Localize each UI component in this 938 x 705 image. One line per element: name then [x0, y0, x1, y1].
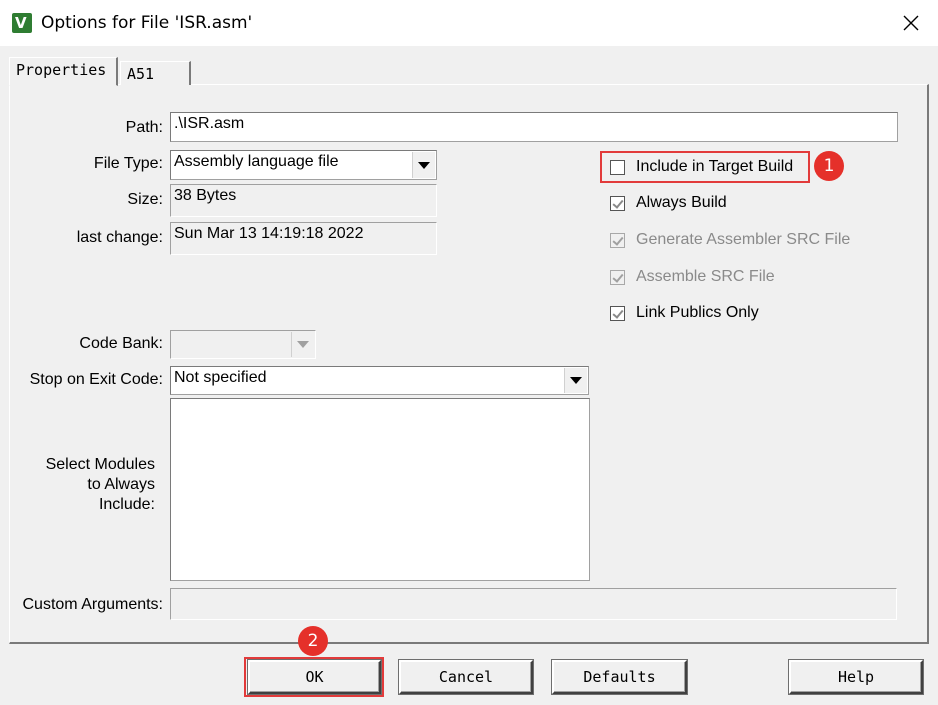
chevron-down-icon[interactable] — [564, 368, 587, 393]
custom-arguments-field — [170, 588, 897, 620]
window-title: Options for File 'ISR.asm' — [41, 13, 253, 33]
checkbox-box[interactable] — [610, 305, 625, 321]
annotation-badge-1: 1 — [814, 151, 844, 181]
highlight-box-ok — [244, 657, 384, 697]
tab-a51[interactable]: A51 — [120, 61, 191, 85]
select-modules-label-line-2: to Always — [87, 476, 155, 493]
chevron-down-icon — [291, 332, 314, 357]
file-type-select[interactable]: Assembly language file — [170, 150, 437, 180]
code-bank-label: Code Bank: — [79, 335, 163, 352]
last-change-value: Sun Mar 13 14:19:18 2022 — [170, 222, 437, 255]
custom-arguments-label: Custom Arguments: — [22, 596, 164, 613]
checkbox-box — [610, 232, 625, 248]
path-field[interactable]: .\ISR.asm — [170, 112, 898, 142]
highlight-box-include-build — [600, 151, 810, 183]
assemble-src-file-checkbox: Assemble SRC File — [610, 268, 775, 286]
file-type-value: Assembly language file — [174, 153, 339, 170]
stop-on-exit-value: Not specified — [174, 369, 267, 386]
size-value: 38 Bytes — [170, 184, 437, 217]
cancel-button[interactable]: Cancel — [399, 660, 533, 694]
app-icon-glyph: V — [15, 14, 27, 32]
select-modules-list[interactable] — [170, 398, 590, 581]
last-change-label: last change: — [76, 229, 163, 246]
checkbox-box — [610, 269, 625, 285]
always-build-checkbox[interactable]: Always Build — [610, 194, 727, 212]
assemble-src-file-label: Assemble SRC File — [636, 268, 775, 285]
link-publics-only-checkbox[interactable]: Link Publics Only — [610, 304, 759, 322]
size-label: Size: — [127, 191, 163, 208]
stop-on-exit-select[interactable]: Not specified — [170, 366, 589, 395]
stop-on-exit-label: Stop on Exit Code: — [29, 371, 163, 388]
select-modules-label-line-1: Select Modules — [45, 456, 155, 473]
link-publics-only-label: Link Publics Only — [636, 304, 759, 321]
close-icon — [903, 15, 919, 31]
generate-assembler-src-checkbox: Generate Assembler SRC File — [610, 231, 850, 249]
keil-uvision-icon: V — [12, 13, 32, 33]
help-button[interactable]: Help — [789, 660, 923, 694]
file-type-label: File Type: — [93, 155, 163, 172]
code-bank-select — [170, 330, 316, 359]
close-button[interactable] — [888, 4, 934, 42]
generate-assembler-src-label: Generate Assembler SRC File — [636, 231, 851, 248]
checkbox-box[interactable] — [610, 195, 625, 211]
path-label: Path: — [125, 119, 163, 136]
annotation-badge-2: 2 — [298, 626, 328, 656]
always-build-label: Always Build — [636, 194, 727, 211]
tab-properties[interactable]: Properties — [9, 57, 118, 86]
defaults-button[interactable]: Defaults — [552, 660, 687, 694]
select-modules-label: Select Modules to Always Include: — [20, 455, 155, 515]
chevron-down-icon[interactable] — [412, 152, 435, 178]
select-modules-label-line-3: Include: — [98, 496, 155, 513]
